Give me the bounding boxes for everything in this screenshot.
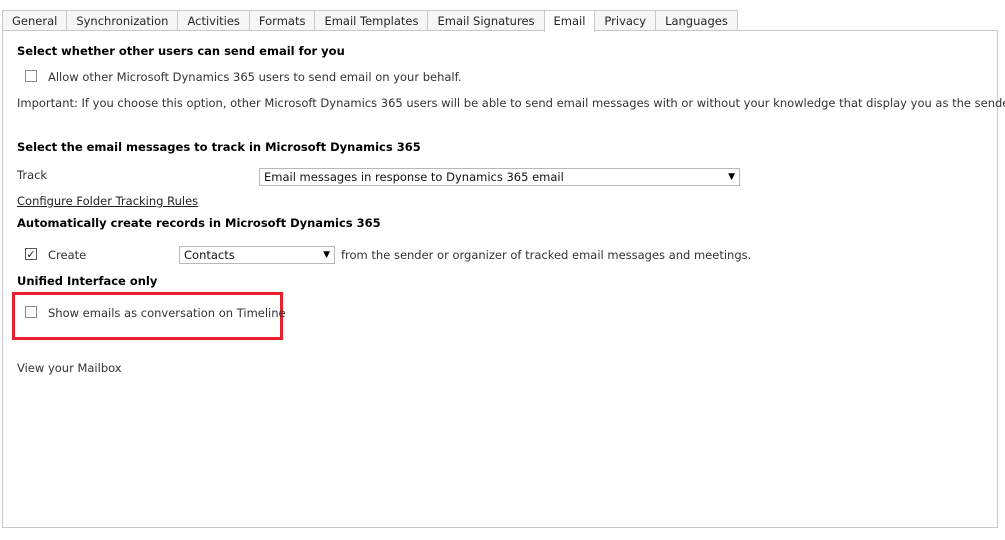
show-emails-conversation-label: Show emails as conversation on Timeline — [48, 306, 286, 320]
create-label: Create — [48, 248, 87, 262]
view-mailbox-link[interactable]: View your Mailbox — [17, 361, 122, 375]
tab-email-signatures[interactable]: Email Signatures — [427, 10, 545, 31]
allow-send-on-behalf-label: Allow other Microsoft Dynamics 365 users… — [48, 70, 462, 84]
tab-email-templates[interactable]: Email Templates — [314, 10, 429, 31]
checkmark-icon: ✓ — [26, 247, 36, 261]
unified-interface-heading: Unified Interface only — [17, 274, 158, 288]
tracking-heading: Select the email messages to track in Mi… — [17, 140, 421, 154]
create-suffix-text: from the sender or organizer of tracked … — [341, 248, 752, 262]
auto-create-heading: Automatically create records in Microsof… — [17, 216, 381, 230]
tab-synchronization[interactable]: Synchronization — [66, 10, 179, 31]
tab-formats[interactable]: Formats — [248, 10, 316, 31]
dropdown-arrow-icon: ▼ — [323, 250, 330, 260]
tab-activities[interactable]: Activities — [177, 10, 250, 31]
track-select-value: Email messages in response to Dynamics 3… — [264, 170, 564, 184]
tab-bar: General Synchronization Activities Forma… — [2, 10, 738, 32]
tab-privacy[interactable]: Privacy — [594, 10, 657, 31]
tab-general[interactable]: General — [2, 10, 68, 31]
configure-folder-tracking-link[interactable]: Configure Folder Tracking Rules — [17, 194, 198, 208]
show-emails-conversation-checkbox[interactable] — [25, 306, 37, 318]
track-label: Track — [17, 168, 48, 182]
track-select[interactable]: Email messages in response to Dynamics 3… — [259, 168, 740, 186]
send-on-behalf-note: Important: If you choose this option, ot… — [17, 96, 1005, 110]
allow-send-on-behalf-checkbox[interactable] — [25, 70, 37, 82]
send-on-behalf-heading: Select whether other users can send emai… — [17, 44, 345, 58]
tab-languages[interactable]: Languages — [655, 10, 738, 31]
tab-email[interactable]: Email — [543, 10, 596, 32]
record-type-select[interactable]: Contacts ▼ — [179, 246, 335, 264]
dropdown-arrow-icon: ▼ — [728, 172, 735, 182]
create-records-checkbox[interactable]: ✓ — [25, 248, 37, 260]
record-type-value: Contacts — [184, 248, 235, 262]
